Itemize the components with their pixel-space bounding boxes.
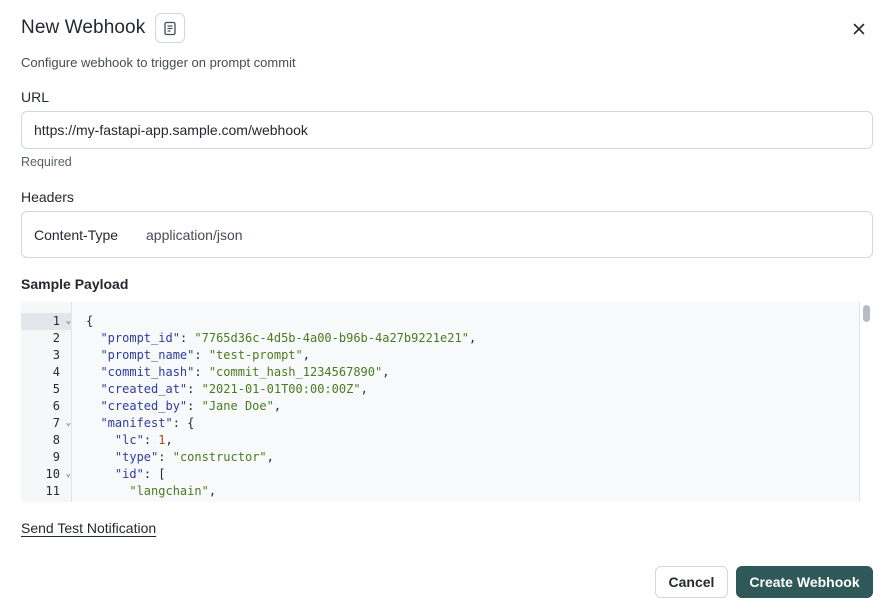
code-line: "created_at": "2021-01-01T00:00:00Z",	[86, 381, 368, 398]
code-line: "prompt_name": "test-prompt",	[86, 347, 310, 364]
code-token: "manifest"	[100, 416, 173, 430]
line-number: 11	[45, 484, 60, 498]
code-token: :	[158, 450, 173, 464]
line-number: 1 ⌄	[21, 313, 72, 330]
payload-editor[interactable]: 1⌄234567⌄8910⌄1112 { "prompt_id": "7765d…	[21, 302, 873, 502]
editor-scrollbar[interactable]	[859, 302, 873, 502]
code-line: "manifest": {	[86, 415, 194, 432]
code-token: "constructor"	[172, 450, 267, 464]
line-number: 2	[52, 331, 60, 345]
header-value[interactable]: application/json	[146, 227, 243, 243]
code-line: {	[86, 313, 93, 330]
code-token: ,	[302, 348, 310, 362]
code-token: "prompt_name"	[100, 348, 195, 362]
fold-chevron-icon[interactable]: ⌄	[66, 313, 71, 330]
code-token: ,	[360, 382, 368, 396]
code-token: "created_by"	[100, 399, 188, 413]
code-token: "schema"	[129, 501, 187, 502]
code-token: ,	[468, 331, 477, 345]
code-token: :	[179, 331, 195, 345]
code-token: ,	[187, 501, 194, 502]
line-gutter: 1⌄2 3 4 5 6 7⌄8 9 10⌄11 12	[21, 302, 72, 502]
code-token: "commit_hash"	[100, 365, 195, 379]
code-line: "commit_hash": "commit_hash_1234567890",	[86, 364, 389, 381]
scrollbar-thumb[interactable]	[863, 305, 870, 322]
code-token: :	[143, 433, 159, 447]
fold-chevron-icon[interactable]: ⌄	[66, 466, 71, 483]
code-line: "type": "constructor",	[86, 449, 274, 466]
code-token: "commit_hash_1234567890"	[208, 365, 383, 379]
url-label: URL	[21, 89, 50, 105]
code-token: ,	[165, 433, 173, 447]
send-test-notification-link[interactable]: Send Test Notification	[21, 520, 156, 536]
dialog-title: New Webhook	[21, 17, 146, 38]
code-token: : [	[143, 467, 166, 481]
line-number: 10 ⌄	[45, 466, 71, 483]
line-number: 12	[21, 500, 72, 502]
close-icon[interactable]	[848, 18, 870, 40]
code-line: "prompt_id": "7765d36c-4d5b-4a00-b96b-4a…	[86, 330, 476, 347]
dialog-subtitle: Configure webhook to trigger on prompt c…	[21, 55, 296, 70]
code-token: "type"	[114, 450, 159, 464]
code-token: {	[86, 314, 94, 328]
code-token: ,	[266, 450, 274, 464]
code-token: 1	[158, 433, 166, 447]
code-token: ,	[382, 365, 390, 379]
code-token: "Jane Doe"	[201, 399, 274, 413]
code-token: "2021-01-01T00:00:00Z"	[201, 382, 361, 396]
code-line: "id": [	[86, 466, 166, 483]
code-line: "schema",	[86, 500, 194, 502]
code-token: :	[194, 365, 209, 379]
code-line: "langchain",	[86, 483, 216, 500]
dialog-header: New Webhook	[21, 13, 186, 43]
code-line: "created_by": "Jane Doe",	[86, 398, 281, 415]
line-number: 9	[52, 450, 60, 464]
header-key[interactable]: Content-Type	[34, 227, 146, 243]
line-number: 4	[52, 365, 60, 379]
code-token: ,	[273, 399, 282, 413]
sample-payload-label: Sample Payload	[21, 276, 129, 292]
code-token: :	[194, 348, 209, 362]
fold-chevron-icon[interactable]: ⌄	[66, 415, 71, 432]
code-token: ,	[208, 484, 217, 498]
code-token: "test-prompt"	[208, 348, 303, 362]
headers-list[interactable]: Content-Type application/json	[21, 211, 873, 258]
line-number: 5	[52, 382, 60, 396]
code-token: "prompt_id"	[100, 331, 180, 345]
code-token: :	[187, 399, 202, 413]
create-webhook-button[interactable]: Create Webhook	[736, 566, 873, 598]
code-token: :	[187, 382, 202, 396]
cancel-button[interactable]: Cancel	[655, 566, 728, 598]
url-input[interactable]	[21, 111, 873, 149]
code-area[interactable]: { "prompt_id": "7765d36c-4d5b-4a00-b96b-…	[72, 302, 859, 502]
line-number: 7 ⌄	[52, 415, 71, 432]
url-required-hint: Required	[21, 155, 72, 169]
headers-label: Headers	[21, 189, 74, 205]
code-token: "created_at"	[100, 382, 188, 396]
code-line: "lc": 1,	[86, 432, 173, 449]
code-token: "7765d36c-4d5b-4a00-b96b-4a27b9221e21"	[194, 331, 469, 345]
document-icon[interactable]	[155, 13, 186, 43]
line-number: 8	[52, 433, 60, 447]
line-number: 6	[52, 399, 60, 413]
code-token: "lc"	[114, 433, 144, 447]
code-token: "id"	[114, 467, 144, 481]
code-token: : {	[172, 416, 195, 430]
line-number: 3	[52, 348, 60, 362]
code-token: "langchain"	[129, 484, 209, 498]
